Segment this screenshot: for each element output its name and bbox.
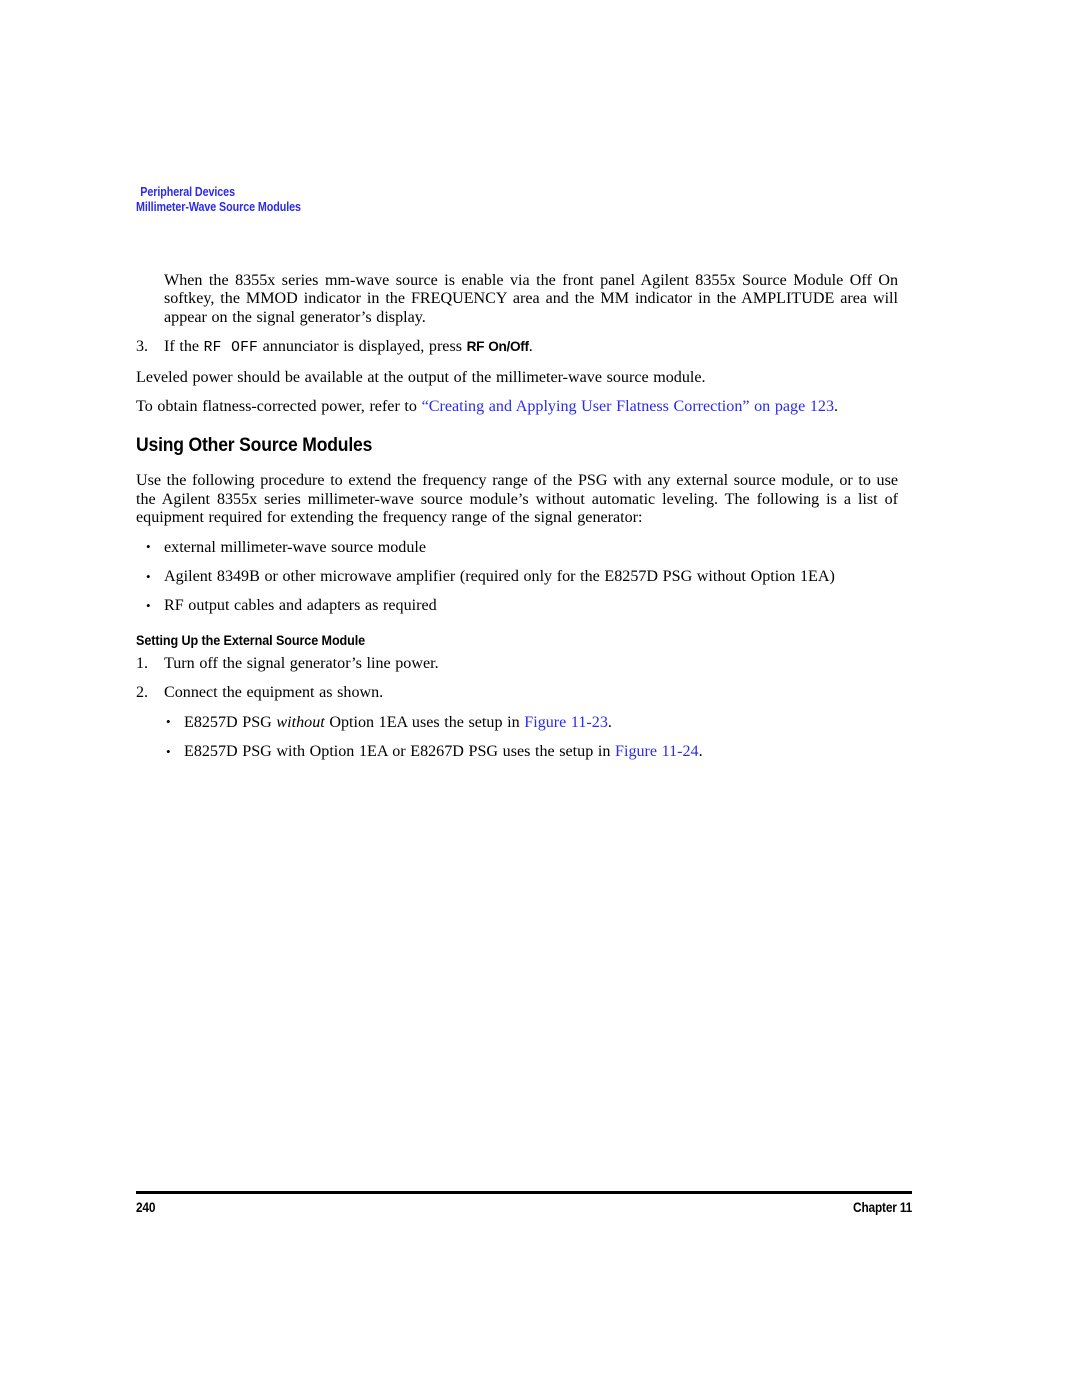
page-content: When the 8355x series mm-wave source is … [136, 272, 898, 773]
running-header: Peripheral Devices Millimeter-Wave Sourc… [136, 185, 301, 214]
section-heading-using-other-source-modules: Using Other Source Modules [136, 434, 373, 457]
flatness-text-before: To obtain flatness-corrected power, refe… [136, 398, 422, 416]
running-header-line-2: Millimeter-Wave Source Modules [136, 199, 301, 214]
bullet-icon: • [146, 568, 151, 584]
link-figure-11-23[interactable]: Figure 11-23 [524, 714, 608, 731]
sub-bullet-text-middle: Option 1EA uses the setup in [324, 713, 525, 731]
running-header-line-1: Peripheral Devices [140, 185, 235, 199]
footer-divider [136, 1191, 912, 1194]
sub-bullet-text-after: . [698, 743, 703, 761]
sub-bullet-text-before: E8257D PSG with Option 1EA or E8267D PSG… [184, 743, 616, 761]
flatness-paragraph: To obtain flatness-corrected power, refe… [136, 398, 898, 416]
list-item-label: Agilent 8349B or other microwave amplifi… [164, 568, 835, 586]
bullet-icon: • [146, 597, 151, 613]
section-paragraph: Use the following procedure to extend th… [136, 472, 898, 527]
sub-bullet-text-before: E8257D PSG [184, 713, 277, 731]
step-3-text-after: . [528, 338, 533, 356]
list-item: • Agilent 8349B or other microwave amplif… [136, 568, 898, 586]
link-figure-11-24[interactable]: Figure 11-24 [615, 743, 699, 760]
list-item-label: external millimeter-wave source module [164, 538, 427, 556]
leveled-power-paragraph: Leveled power should be available at the… [136, 368, 706, 386]
step-1: 1. Turn off the signal generator’s line p… [136, 655, 898, 673]
sub-bullet-text-after: . [607, 713, 612, 731]
link-user-flatness-correction[interactable]: “Creating and Applying User Flatness Cor… [422, 398, 834, 415]
step-2: 2. Connect the equipment as shown. [136, 684, 898, 702]
sub-bullet-emphasis: without [276, 713, 325, 731]
subsection-heading-setting-up-external-source-module: Setting Up the External Source Module [136, 631, 366, 648]
step-1-number: 1. [136, 654, 149, 672]
step-2-number: 2. [136, 684, 149, 702]
step-1-text: Turn off the signal generator’s line pow… [164, 654, 439, 672]
bullet-icon: • [146, 539, 151, 555]
footer-page-number: 240 [136, 1200, 156, 1215]
list-item: • E8257D PSG without Option 1EA uses the … [136, 714, 898, 732]
list-item-label: RF output cables and adapters as require… [164, 597, 437, 615]
step-3-text-before: If the [164, 338, 204, 356]
footer-chapter-label: Chapter 11 [853, 1200, 912, 1215]
bullet-icon: • [166, 714, 171, 730]
step-3: 3. If the RF OFF annunciator is displayed… [136, 338, 898, 357]
intro-paragraph: When the 8355x series mm-wave source is … [164, 272, 898, 326]
step-2-text: Connect the equipment as shown. [164, 684, 384, 702]
annunciator-label: RF OFF [203, 340, 258, 357]
step-3-text-middle: annunciator is displayed, press [258, 338, 467, 356]
list-item: • E8257D PSG with Option 1EA or E8267D PS… [136, 743, 898, 761]
document-page: Peripheral Devices Millimeter-Wave Sourc… [0, 0, 1080, 1397]
bullet-icon: • [166, 743, 171, 759]
list-item: • external millimeter-wave source module [136, 539, 898, 557]
list-item: • RF output cables and adapters as requir… [136, 597, 898, 615]
step-3-number: 3. [136, 338, 149, 356]
softkey-rf-on-off: RF On/Off [466, 339, 529, 355]
flatness-text-after: . [834, 398, 839, 416]
